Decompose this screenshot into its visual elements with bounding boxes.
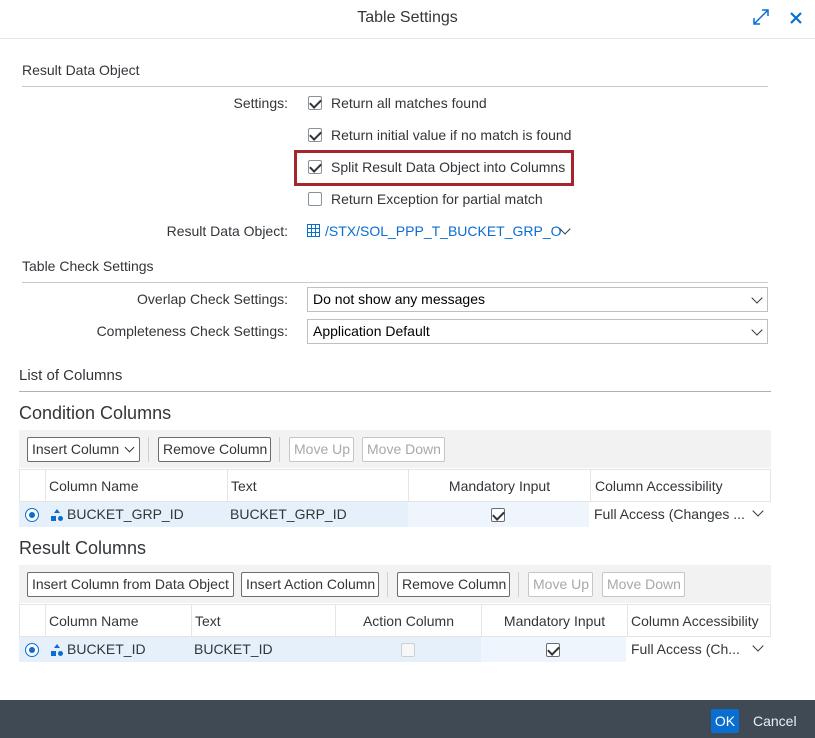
checkbox-label-split-result-data-object: Split Result Data Object into Columns — [331, 159, 566, 175]
mandatory-cell — [408, 502, 589, 527]
completeness-check-label: Completeness Check Settings: — [96, 323, 288, 339]
divider — [22, 282, 768, 283]
dialog-header: Table Settings — [0, 0, 815, 39]
header-mandatory-input: Mandatory Input — [503, 613, 606, 629]
section-title-table-check: Table Check Settings — [22, 258, 154, 274]
checkbox-return-exception[interactable] — [308, 192, 322, 206]
hierarchy-icon — [51, 643, 63, 659]
divider — [19, 391, 771, 392]
column-divider — [627, 605, 628, 638]
insert-column-button[interactable]: Insert Column — [27, 437, 140, 462]
header-column-name: Column Name — [49, 478, 139, 494]
header-mandatory-input: Mandatory Input — [448, 478, 551, 494]
accessibility-value: Full Access (Ch... — [631, 641, 740, 657]
header-column-name: Column Name — [49, 613, 139, 629]
remove-column-button[interactable]: Remove Column — [158, 437, 271, 462]
header-action-column: Action Column — [362, 613, 455, 629]
column-divider — [227, 470, 228, 503]
column-name-cell[interactable]: BUCKET_GRP_ID — [67, 506, 184, 522]
chevron-down-icon — [124, 442, 135, 453]
close-icon[interactable] — [788, 8, 804, 31]
header-column-accessibility: Column Accessibility — [595, 478, 723, 494]
accessibility-value: Full Access (Changes ... — [594, 506, 744, 522]
dialog-footer: OK Cancel — [0, 700, 815, 738]
move-up-button[interactable]: Move Up — [528, 572, 593, 597]
dialog-title: Table Settings — [357, 9, 458, 26]
toolbar-separator — [148, 437, 149, 462]
row-select-radio[interactable] — [25, 643, 39, 657]
insert-column-from-data-object-button[interactable]: Insert Column from Data Object — [27, 572, 234, 597]
checkbox-return-initial-value[interactable] — [308, 128, 322, 142]
result-columns-header: Column Name Text Action Column Mandatory… — [19, 604, 771, 638]
table-row[interactable]: BUCKET_ID BUCKET_ID Full Access (Ch... — [19, 637, 771, 662]
cancel-button[interactable]: Cancel — [753, 713, 797, 729]
ok-button[interactable]: OK — [711, 709, 739, 733]
result-data-object-link[interactable]: /STX/SOL_PPP_T_BUCKET_GRP_O — [325, 223, 562, 239]
checkbox-label-return-all-matches: Return all matches found — [331, 95, 487, 111]
condition-columns-title: Condition Columns — [19, 403, 172, 423]
toolbar-separator — [518, 572, 519, 597]
header-text: Text — [195, 613, 221, 629]
table-icon — [307, 224, 320, 240]
expand-icon[interactable] — [752, 8, 770, 31]
column-name-cell[interactable]: BUCKET_ID — [67, 641, 146, 657]
remove-column-button[interactable]: Remove Column — [397, 572, 510, 597]
accessibility-select[interactable]: Full Access (Ch... — [626, 637, 771, 662]
header-column-accessibility: Column Accessibility — [631, 613, 759, 629]
header-text: Text — [231, 478, 257, 494]
mandatory-checkbox[interactable] — [491, 508, 505, 522]
result-columns-title: Result Columns — [19, 538, 147, 558]
checkbox-return-all-matches[interactable] — [308, 96, 322, 110]
insert-column-label: Insert Column — [32, 441, 120, 457]
condition-columns-toolbar: Insert Column Remove Column Move Up Move… — [19, 430, 771, 468]
checkbox-split-result-data-object[interactable] — [308, 160, 322, 174]
text-cell: BUCKET_GRP_ID — [230, 506, 347, 522]
mandatory-cell — [481, 637, 626, 662]
divider — [22, 86, 768, 87]
table-row[interactable]: BUCKET_GRP_ID BUCKET_GRP_ID Full Access … — [19, 502, 771, 527]
hierarchy-icon — [51, 508, 63, 524]
completeness-check-value: Application Default — [313, 323, 430, 339]
chevron-down-icon — [752, 640, 764, 652]
result-data-object-label: Result Data Object: — [166, 223, 288, 239]
overlap-check-label: Overlap Check Settings: — [137, 291, 288, 307]
mandatory-checkbox[interactable] — [546, 643, 560, 657]
condition-columns-header: Column Name Text Mandatory Input Column … — [19, 469, 771, 503]
toolbar-separator — [387, 572, 388, 597]
move-down-button[interactable]: Move Down — [602, 572, 685, 597]
move-up-button[interactable]: Move Up — [289, 437, 354, 462]
accessibility-select[interactable]: Full Access (Changes ... — [589, 502, 771, 527]
chevron-down-icon — [751, 292, 763, 304]
move-down-button[interactable]: Move Down — [362, 437, 445, 462]
insert-action-column-button[interactable]: Insert Action Column — [241, 572, 379, 597]
checkbox-label-return-exception: Return Exception for partial match — [331, 191, 543, 207]
result-columns-toolbar: Insert Column from Data Object Insert Ac… — [19, 565, 771, 603]
chevron-down-icon — [751, 324, 763, 336]
section-title-result-data-object: Result Data Object — [22, 62, 140, 78]
row-select-radio[interactable] — [25, 508, 39, 522]
column-divider — [45, 605, 46, 638]
settings-label: Settings: — [233, 95, 288, 111]
column-divider — [191, 605, 192, 638]
chevron-down-icon[interactable] — [557, 223, 573, 239]
chevron-down-icon — [752, 505, 764, 517]
action-column-checkbox[interactable] — [401, 643, 415, 657]
column-divider — [590, 470, 591, 503]
list-of-columns-title: List of Columns — [19, 367, 123, 384]
text-cell: BUCKET_ID — [194, 641, 273, 657]
overlap-check-value: Do not show any messages — [313, 291, 485, 307]
completeness-check-select[interactable]: Application Default — [307, 319, 768, 344]
column-divider — [45, 470, 46, 503]
overlap-check-select[interactable]: Do not show any messages — [307, 287, 768, 312]
toolbar-separator — [279, 437, 280, 462]
checkbox-label-return-initial-value: Return initial value if no match is foun… — [331, 127, 572, 143]
